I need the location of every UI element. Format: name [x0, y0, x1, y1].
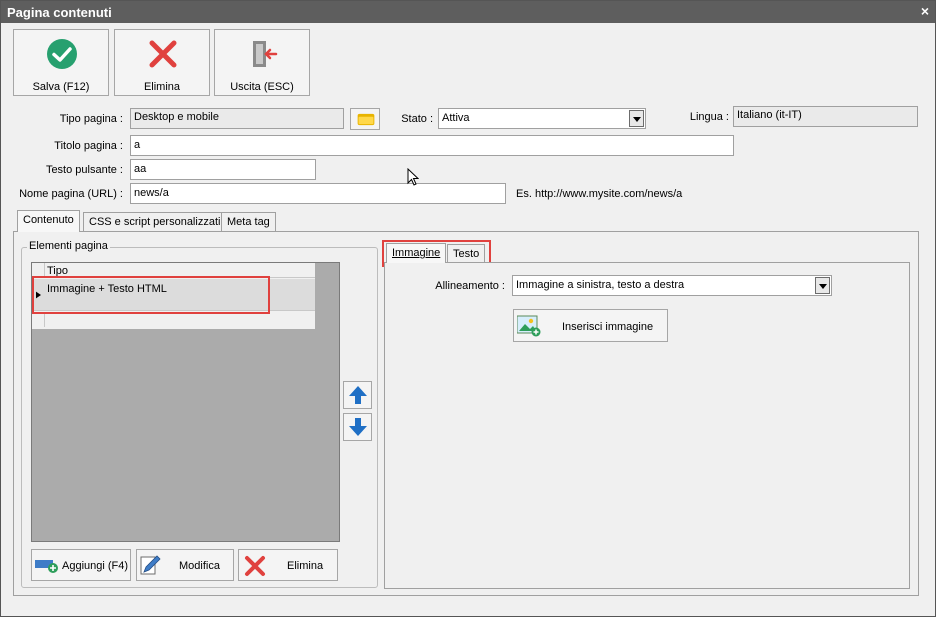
lingua-label: Lingua : — [689, 111, 729, 123]
folder-button[interactable] — [350, 108, 380, 130]
tab-immagine[interactable]: Immagine — [386, 243, 447, 263]
save-button[interactable]: Salva (F12) — [13, 29, 109, 96]
tipo-pagina-label: Tipo pagina : — [59, 113, 123, 125]
edit-element-button[interactable]: Modifica — [136, 549, 234, 581]
mouse-cursor-icon — [407, 168, 419, 186]
allineamento-select[interactable]: Immagine a sinistra, testo a destra — [512, 275, 832, 296]
url-example-text: Es. http://www.mysite.com/news/a — [516, 188, 683, 200]
delete-element-label: Elimina — [287, 560, 324, 572]
add-element-button[interactable]: Aggiungi (F4) — [31, 549, 131, 581]
chevron-down-icon[interactable] — [629, 110, 644, 127]
save-label: Salva (F12) — [32, 81, 90, 93]
elementi-pagina-title: Elementi pagina — [27, 240, 110, 252]
move-down-button[interactable] — [343, 413, 372, 441]
tab-meta-tag[interactable]: Meta tag — [221, 212, 276, 232]
new-row-indicator — [32, 312, 45, 327]
stato-label: Stato : — [401, 113, 433, 125]
testo-pulsante-label: Testo pulsante : — [45, 164, 123, 176]
allineamento-label: Allineamento : — [435, 280, 505, 292]
content-page-window: Pagina contenuti × Salva (F12) Elimina U… — [0, 0, 936, 617]
titolo-pagina-input[interactable]: a — [130, 135, 734, 156]
add-row-icon — [35, 560, 58, 573]
tab-contenuto[interactable]: Contenuto — [17, 210, 80, 232]
highlight-row-box — [32, 276, 270, 314]
edit-pencil-icon — [140, 555, 161, 575]
add-element-label: Aggiungi (F4) — [62, 560, 129, 572]
tipo-pagina-field: Desktop e mobile — [130, 108, 344, 129]
tab-immagine-label: Immagine — [392, 247, 441, 259]
exit-door-icon — [253, 41, 278, 67]
stato-select[interactable]: Attiva — [438, 108, 646, 129]
window-title: Pagina contenuti — [7, 5, 112, 20]
titolo-pagina-label: Titolo pagina : — [54, 140, 123, 152]
exit-label: Uscita (ESC) — [230, 81, 294, 93]
delete-element-button[interactable]: Elimina — [238, 549, 338, 581]
move-up-button[interactable] — [343, 381, 372, 409]
nome-pagina-input[interactable]: news/a — [130, 183, 506, 204]
stato-value: Attiva — [442, 112, 470, 124]
allineamento-value: Immagine a sinistra, testo a destra — [516, 279, 685, 291]
testo-pulsante-input[interactable]: aa — [130, 159, 316, 180]
arrow-up-icon — [349, 386, 367, 404]
delete-label: Elimina — [143, 81, 181, 93]
delete-x-icon — [149, 40, 177, 68]
delete-x-icon — [245, 556, 265, 576]
lingua-field: Italiano (it-IT) — [733, 106, 918, 127]
insert-image-icon — [517, 315, 541, 337]
tab-css-script[interactable]: CSS e script personalizzati — [83, 212, 227, 232]
folder-icon — [357, 113, 375, 126]
chevron-down-icon[interactable] — [815, 277, 830, 294]
edit-element-label: Modifica — [179, 560, 220, 572]
insert-image-label: Inserisci immagine — [562, 321, 654, 333]
insert-image-button[interactable]: Inserisci immagine — [513, 309, 668, 342]
checkmark-icon — [47, 39, 77, 69]
nome-pagina-label: Nome pagina (URL) : — [19, 188, 123, 200]
title-bar: Pagina contenuti × — [1, 1, 935, 23]
close-icon[interactable]: × — [921, 3, 929, 19]
exit-button[interactable]: Uscita (ESC) — [214, 29, 310, 96]
arrow-down-icon — [349, 418, 367, 436]
delete-button[interactable]: Elimina — [114, 29, 210, 96]
